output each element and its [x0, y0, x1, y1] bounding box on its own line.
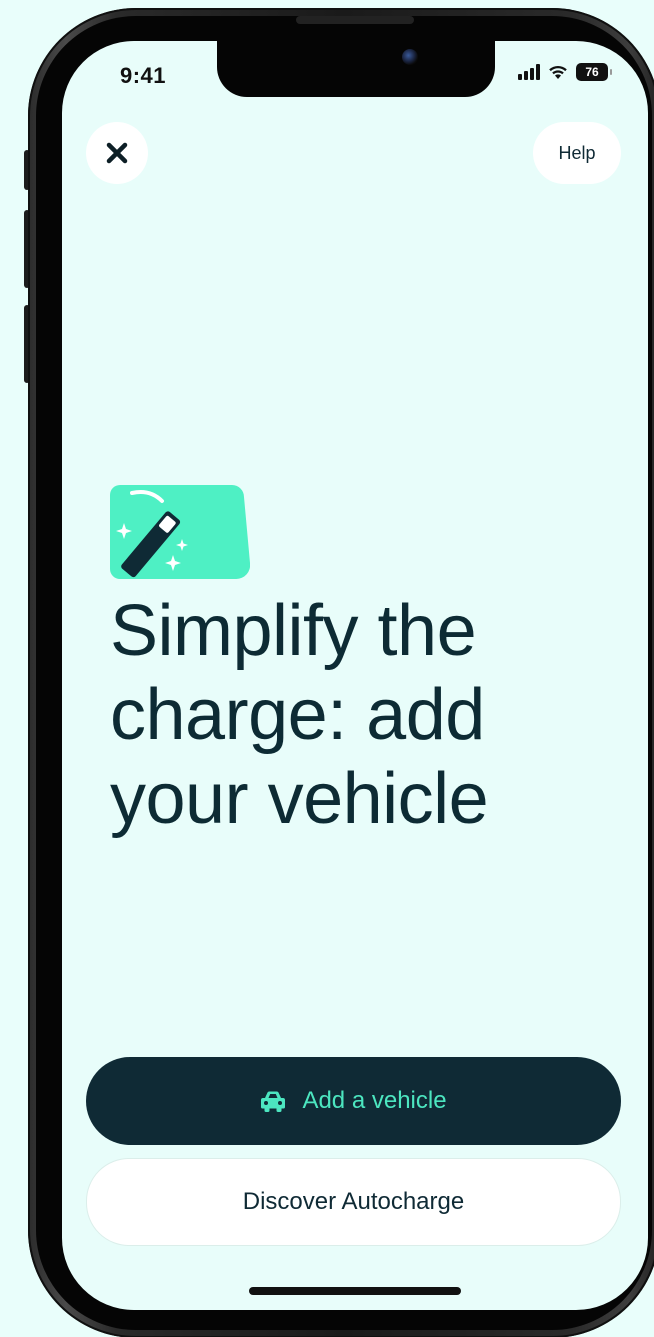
battery-icon: 76: [576, 63, 612, 81]
page-background: 9:41 76 Help Simplify the charge: add yo…: [0, 0, 654, 1337]
signal-icon: [518, 64, 540, 80]
status-icons: 76: [518, 63, 612, 81]
status-time: 9:41: [120, 63, 167, 88]
app-screen: 9:41 76 Help Simplify the charge: add yo…: [62, 41, 648, 1310]
page-title: Simplify the charge: add your vehicle: [110, 591, 489, 839]
home-indicator[interactable]: [249, 1287, 461, 1295]
help-button[interactable]: Help: [533, 122, 621, 184]
add-vehicle-label: Add a vehicle: [302, 1087, 447, 1114]
battery-level: 76: [585, 65, 599, 79]
earpiece-speaker: [296, 16, 414, 24]
dynamic-notch: [217, 41, 495, 97]
discover-autocharge-label: Discover Autocharge: [242, 1188, 465, 1215]
add-vehicle-button[interactable]: Add a vehicle: [86, 1057, 621, 1145]
close-icon: [106, 142, 128, 164]
front-camera: [402, 49, 418, 65]
close-button[interactable]: [86, 122, 148, 184]
help-label: Help: [558, 142, 596, 163]
wifi-icon: [549, 65, 567, 79]
car-icon: [261, 1091, 286, 1112]
magic-wand-icon: [110, 485, 250, 579]
discover-autocharge-button[interactable]: Discover Autocharge: [86, 1158, 621, 1246]
